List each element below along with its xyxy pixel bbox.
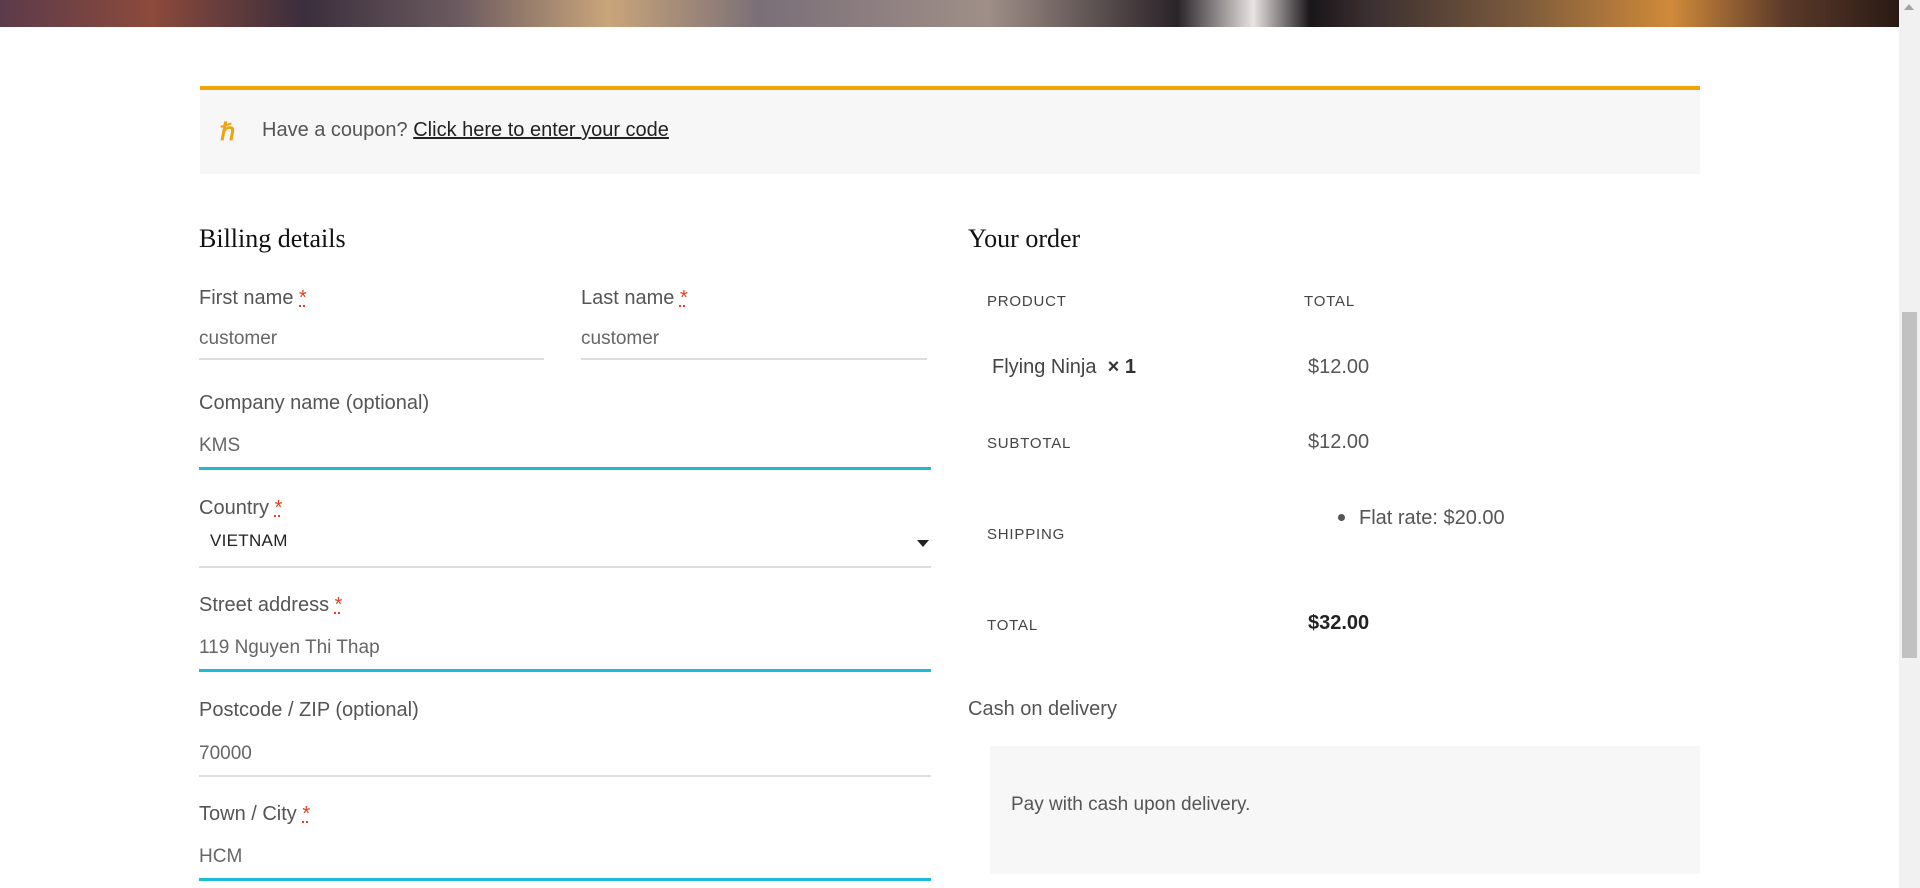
last-name-input[interactable]	[581, 320, 927, 360]
billing-details-title: Billing details	[199, 224, 346, 253]
town-city-label: Town / City *	[199, 803, 310, 826]
subtotal-value: $12.00	[1308, 431, 1370, 453]
street-address-label: Street address *	[199, 594, 342, 617]
hero-banner-image	[0, 0, 1899, 27]
payment-method-cod[interactable]: Cash on delivery	[968, 698, 1117, 721]
subtotal-label: SUBTOTAL	[987, 435, 1072, 452]
order-total-label: TOTAL	[987, 617, 1038, 634]
last-name-label: Last name *	[581, 287, 688, 310]
order-item-qty: × 1	[1107, 356, 1136, 378]
total-column-header: TOTAL	[1304, 293, 1355, 310]
country-select[interactable]: VIETNAM	[199, 526, 931, 568]
coupon-notice: ℏ Have a coupon? Click here to enter you…	[200, 86, 1700, 174]
payment-description-box: Pay with cash upon delivery.	[990, 746, 1700, 874]
shipping-label: SHIPPING	[987, 526, 1066, 543]
order-total-value: $32.00	[1308, 612, 1370, 634]
coupon-link[interactable]: Click here to enter your code	[413, 119, 669, 141]
order-item-product: Flying Ninja	[992, 356, 1097, 378]
required-mark: *	[299, 287, 307, 309]
shipping-bullet-icon	[1338, 514, 1345, 521]
company-name-input[interactable]	[199, 425, 931, 470]
first-name-label-text: First name	[199, 287, 294, 309]
first-name-input[interactable]	[199, 320, 544, 360]
page-scrollbar[interactable]	[1899, 0, 1920, 888]
required-mark: *	[274, 497, 283, 519]
shipping-value: Flat rate: $20.00	[1359, 507, 1505, 529]
required-mark: *	[334, 594, 343, 616]
town-city-label-text: Town / City	[199, 803, 297, 825]
coupon-icon: ℏ	[220, 119, 236, 146]
company-name-label: Company name (optional)	[199, 392, 430, 414]
scrollbar-thumb[interactable]	[1902, 312, 1917, 658]
first-name-label: First name *	[199, 287, 307, 310]
street-address-label-text: Street address	[199, 594, 330, 616]
town-city-input[interactable]	[199, 836, 931, 881]
checkout-page: ℏ Have a coupon? Click here to enter you…	[0, 0, 1899, 888]
payment-description: Pay with cash upon delivery.	[1011, 794, 1251, 815]
country-select-value: VIETNAM	[210, 531, 288, 550]
your-order-title: Your order	[968, 224, 1081, 253]
country-label: Country *	[199, 497, 282, 520]
postcode-input[interactable]	[199, 732, 931, 777]
coupon-text: Have a coupon? Click here to enter your …	[262, 119, 669, 142]
chevron-down-icon	[917, 540, 929, 547]
order-item-name: Flying Ninja × 1	[992, 356, 1136, 379]
order-item-total: $12.00	[1308, 356, 1370, 378]
country-label-text: Country	[199, 497, 270, 519]
required-mark: *	[302, 803, 311, 825]
coupon-prompt: Have a coupon?	[262, 119, 408, 141]
required-mark: *	[679, 287, 688, 309]
postcode-label: Postcode / ZIP (optional)	[199, 699, 419, 721]
last-name-label-text: Last name	[581, 287, 675, 309]
product-column-header: PRODUCT	[987, 293, 1067, 310]
street-address-input[interactable]	[199, 627, 931, 672]
scroll-up-arrow-icon[interactable]	[1904, 4, 1914, 10]
